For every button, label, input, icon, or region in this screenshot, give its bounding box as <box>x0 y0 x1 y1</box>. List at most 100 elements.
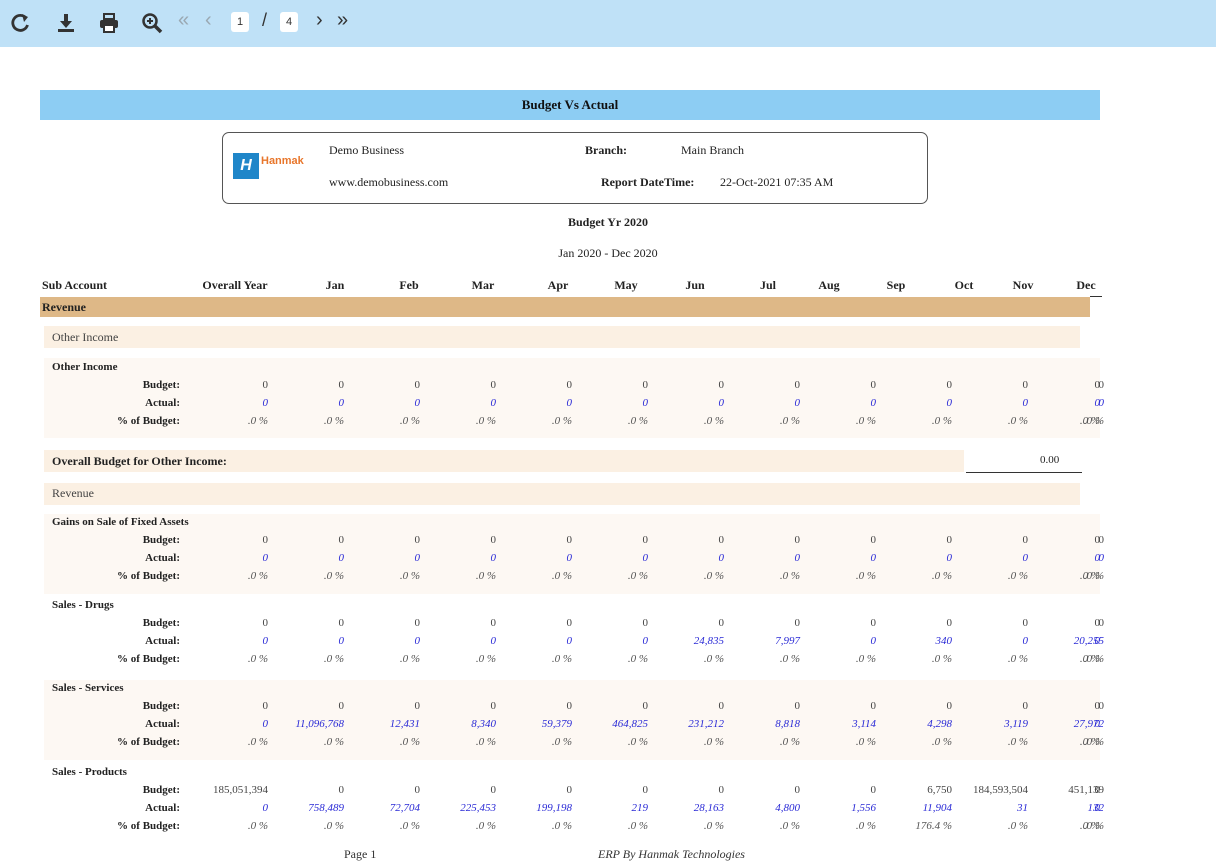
cell-actual: 0 <box>1094 802 1101 814</box>
cell-budget: 0 <box>794 379 801 391</box>
cell-budget: 0 <box>338 617 345 629</box>
cell-actual: 0 <box>870 397 877 409</box>
cell-actual: 0 <box>262 802 269 814</box>
cell-pct: .0 % <box>627 736 648 748</box>
account-name: Gains on Sale of Fixed Assets <box>52 516 189 528</box>
refresh-button[interactable] <box>6 10 34 36</box>
cell-actual: 0 <box>566 397 573 409</box>
overall-underline <box>966 472 1082 473</box>
cell-pct: .0 % <box>703 736 724 748</box>
cell-actual: 0 <box>642 635 649 647</box>
cell-actual: 0 <box>490 552 497 564</box>
row-label-budget: Budget: <box>142 534 180 546</box>
cell-actual: 4,800 <box>775 802 800 814</box>
cell-pct: .0 % <box>703 653 724 665</box>
cell-pct: .0 % <box>1007 736 1028 748</box>
cell-actual: 199,198 <box>536 802 572 814</box>
cell-pct: .0 % <box>247 570 268 582</box>
report-title: Budget Vs Actual <box>40 90 1100 120</box>
cell-budget: 0 <box>946 617 953 629</box>
cell-actual: 0 <box>870 552 877 564</box>
cell-budget: 0 <box>338 379 345 391</box>
row-label-actual: Actual: <box>145 802 180 814</box>
cell-budget: 0 <box>870 534 877 546</box>
current-page-input[interactable]: 1 <box>231 12 249 32</box>
cell-budget: 184,593,504 <box>973 784 1028 796</box>
cell-budget: 6,750 <box>927 784 952 796</box>
cell-budget: 0 <box>1022 617 1029 629</box>
overall-budget-value: 0.00 <box>1040 454 1060 466</box>
cell-pct: .0 % <box>779 736 800 748</box>
company-name: Demo Business <box>329 143 404 157</box>
cell-pct: .0 % <box>475 820 496 832</box>
cell-pct: .0 % <box>931 653 952 665</box>
prev-page-button[interactable]: ‹ <box>205 9 212 32</box>
cell-budget: 0 <box>1094 534 1101 546</box>
download-button[interactable] <box>52 10 80 36</box>
cell-pct: .0 % <box>1007 653 1028 665</box>
next-page-button[interactable]: › <box>316 9 323 32</box>
cell-actual: 464,825 <box>612 718 648 730</box>
cell-pct: .0 % <box>703 415 724 427</box>
logo-text: Hanmak <box>261 155 304 167</box>
cell-actual: 219 <box>631 802 649 814</box>
group-band-revenue <box>44 483 1080 505</box>
cell-actual: 28,163 <box>693 802 724 814</box>
cell-actual: 3,119 <box>1004 718 1028 730</box>
cell-budget: 0 <box>794 700 801 712</box>
cell-pct: .0 % <box>399 415 420 427</box>
cell-pct: .0 % <box>551 820 572 832</box>
cell-budget: 0 <box>414 700 421 712</box>
row-label-budget: Budget: <box>142 784 180 796</box>
row-label-pct: % of Budget: <box>117 820 180 832</box>
cell-actual: 0 <box>262 718 269 730</box>
last-page-button[interactable]: » <box>337 9 348 32</box>
row-label-actual: Actual: <box>145 635 180 647</box>
row-label-pct: % of Budget: <box>117 415 180 427</box>
print-icon <box>100 13 118 33</box>
cell-actual: 0 <box>566 552 573 564</box>
cell-pct: .0 % <box>323 415 344 427</box>
cell-actual: 0 <box>1094 635 1101 647</box>
cell-budget: 0 <box>338 784 345 796</box>
cell-budget: 0 <box>794 534 801 546</box>
cell-actual: 0 <box>414 635 421 647</box>
cell-actual: 0 <box>718 397 725 409</box>
group-band-other-income <box>44 326 1080 348</box>
revenue-section-band <box>40 297 1090 317</box>
cell-budget: 0 <box>870 784 877 796</box>
company-website: www.demobusiness.com <box>329 175 449 189</box>
cell-actual: 0 <box>490 397 497 409</box>
cell-actual: 8,340 <box>471 718 496 730</box>
zoom-in-icon <box>142 13 163 34</box>
cell-budget: 0 <box>718 784 725 796</box>
column-header: Dec <box>1076 278 1096 292</box>
cell-budget: 0 <box>490 700 497 712</box>
cell-budget: 0 <box>1094 784 1101 796</box>
cell-budget: 0 <box>566 379 573 391</box>
cell-actual: 0 <box>870 635 877 647</box>
cell-actual: 72,704 <box>389 802 420 814</box>
cell-pct: .0 % <box>551 653 572 665</box>
cell-actual: 0 <box>946 397 953 409</box>
cell-budget: 0 <box>870 617 877 629</box>
first-page-button[interactable]: « <box>178 9 189 32</box>
cell-pct: .0 % <box>247 415 268 427</box>
cell-actual: 1,556 <box>851 802 876 814</box>
column-header: Feb <box>399 278 419 292</box>
cell-pct: .0 % <box>323 570 344 582</box>
cell-budget: 0 <box>946 534 953 546</box>
cell-budget: 0 <box>414 534 421 546</box>
cell-budget: 0 <box>566 534 573 546</box>
cell-pct: .0 % <box>323 653 344 665</box>
cell-pct: .0 % <box>475 653 496 665</box>
cell-pct: .0 % <box>323 820 344 832</box>
zoom-in-button[interactable] <box>138 10 166 36</box>
print-button[interactable] <box>95 10 123 36</box>
account-name: Sales - Drugs <box>52 599 114 611</box>
row-label-budget: Budget: <box>142 617 180 629</box>
cell-actual: 59,379 <box>541 718 572 730</box>
cell-pct: .0 % <box>931 736 952 748</box>
cell-actual: 0 <box>946 552 953 564</box>
cell-pct: .0 % <box>399 736 420 748</box>
